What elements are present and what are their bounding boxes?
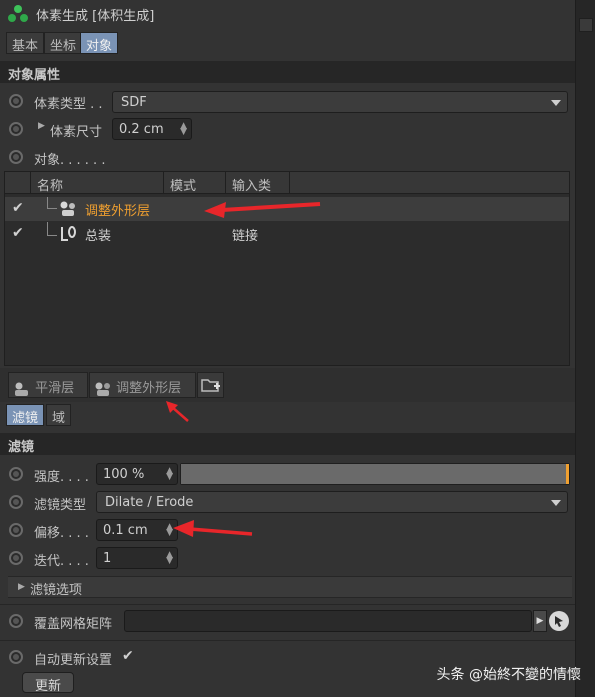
- overwrite-matrix-link-field[interactable]: [124, 610, 532, 632]
- voxel-size-keyframe-radio[interactable]: [9, 122, 23, 136]
- objects-keyframe-radio[interactable]: [9, 150, 23, 164]
- reshape-layer-icon: [95, 382, 110, 396]
- add-folder-button[interactable]: [197, 372, 224, 398]
- offset-value: 0.1 cm: [103, 523, 148, 538]
- column-header-mode[interactable]: 模式: [164, 172, 226, 194]
- annotation-arrow-icon: [204, 202, 321, 218]
- strength-slider-handle[interactable]: [566, 464, 569, 484]
- add-folder-icon: [201, 379, 220, 392]
- filter-type-value: Dilate / Erode: [105, 495, 194, 510]
- divider: [0, 604, 575, 605]
- watermark-text: 头条 @始終不變的情懷: [436, 667, 581, 683]
- auto-update-checkbox[interactable]: ✔: [122, 648, 134, 664]
- volume-builder-icon: [8, 5, 28, 22]
- spinner-arrows-icon[interactable]: ▲ ▼: [166, 551, 173, 566]
- iterations-keyframe-radio[interactable]: [9, 551, 23, 565]
- row-name: 总装: [85, 229, 112, 244]
- row-input-type: 链接: [232, 229, 259, 244]
- voxel-type-keyframe-radio[interactable]: [9, 94, 23, 108]
- voxel-type-value: SDF: [121, 95, 147, 110]
- voxel-size-field[interactable]: 0.2 cm ▲ ▼: [112, 118, 192, 140]
- tab-basic[interactable]: 基本: [6, 32, 45, 54]
- column-header-check: [5, 172, 31, 194]
- tab-coordinates[interactable]: 坐标: [44, 32, 83, 54]
- tab-filter[interactable]: 滤镜: [6, 404, 45, 426]
- tree-connector: [47, 197, 57, 209]
- auto-update-keyframe-radio[interactable]: [9, 650, 23, 664]
- voxel-type-dropdown[interactable]: SDF: [112, 91, 568, 113]
- filter-options-label: 滤镜选项: [30, 583, 83, 598]
- section-filter: 滤镜: [0, 433, 575, 455]
- iterations-value: 1: [103, 551, 112, 566]
- divider: [0, 640, 575, 641]
- strength-value: 100 %: [103, 467, 145, 482]
- voxel-type-label: 体素类型 . .: [34, 97, 103, 112]
- tab-field[interactable]: 域: [46, 404, 72, 426]
- strength-field[interactable]: 100 % ▲ ▼: [96, 463, 178, 485]
- strength-label: 强度. . . .: [34, 470, 89, 485]
- tab-reshape-layer[interactable]: 调整外形层: [89, 372, 196, 398]
- spinner-arrows-icon[interactable]: ▲ ▼: [166, 467, 173, 482]
- attribute-manager-panel: 体素生成 [体积生成] 基本 坐标 对象 对象属性 体素类型 . . SDF ▶…: [0, 0, 575, 697]
- strength-keyframe-radio[interactable]: [9, 467, 23, 481]
- column-header-empty: [290, 172, 569, 194]
- link-menu-button[interactable]: ▶: [533, 610, 547, 632]
- reshape-layer-icon: [60, 201, 75, 216]
- offset-keyframe-radio[interactable]: [9, 523, 23, 537]
- table-row[interactable]: ✔ 总装 链接: [5, 222, 569, 246]
- strength-slider-fill: [181, 464, 569, 484]
- chevron-down-icon: [551, 100, 561, 106]
- row-enabled-checkbox[interactable]: ✔: [12, 200, 24, 216]
- overwrite-matrix-keyframe-radio[interactable]: [9, 614, 23, 628]
- iterations-field[interactable]: 1 ▲ ▼: [96, 547, 178, 569]
- window-title: 体素生成 [体积生成]: [36, 9, 155, 24]
- iterations-label: 迭代. . . .: [34, 554, 89, 569]
- update-button[interactable]: 更新: [22, 672, 74, 694]
- tree-connector: [47, 222, 57, 236]
- tab-object[interactable]: 对象: [80, 32, 119, 54]
- filter-type-dropdown[interactable]: Dilate / Erode: [96, 491, 568, 513]
- pick-object-icon[interactable]: [548, 610, 570, 632]
- panel-grip-handle[interactable]: [579, 18, 593, 32]
- reshape-layer-label: 调整外形层: [116, 381, 182, 396]
- offset-field[interactable]: 0.1 cm ▲ ▼: [96, 519, 178, 541]
- column-header-name[interactable]: 名称: [31, 172, 164, 194]
- smoothing-layer-label: 平滑层: [35, 381, 75, 396]
- column-header-input-type[interactable]: 输入类型: [226, 172, 290, 213]
- strength-slider[interactable]: [180, 463, 570, 485]
- overwrite-matrix-label: 覆盖网格矩阵: [34, 617, 113, 632]
- filter-type-keyframe-radio[interactable]: [9, 495, 23, 509]
- section-object-properties: 对象属性: [0, 61, 575, 83]
- chevron-down-icon: [551, 500, 561, 506]
- voxel-size-value: 0.2 cm: [119, 122, 164, 137]
- expand-triangle-icon[interactable]: ▶: [18, 582, 25, 592]
- annotation-arrow-icon: [173, 520, 253, 537]
- tab-smoothing-layer[interactable]: 平滑层: [8, 372, 88, 398]
- offset-label: 偏移. . . .: [34, 526, 89, 541]
- expand-triangle-icon[interactable]: ▶: [38, 121, 45, 131]
- annotation-arrow-icon: [166, 401, 189, 422]
- title-bar: 体素生成 [体积生成]: [0, 0, 575, 28]
- spinner-arrows-icon[interactable]: ▲ ▼: [180, 122, 187, 137]
- objects-label: 对象. . . . . .: [34, 153, 106, 168]
- voxel-size-label: 体素尺寸: [50, 125, 103, 140]
- auto-update-label: 自动更新设置: [34, 653, 113, 668]
- null-object-icon: [61, 226, 76, 241]
- row-enabled-checkbox[interactable]: ✔: [12, 225, 24, 241]
- row-name: 调整外形层: [85, 204, 151, 219]
- smoothing-layer-icon: [15, 382, 28, 396]
- right-side-strip: [575, 0, 595, 697]
- filter-type-label: 滤镜类型: [34, 498, 87, 513]
- filter-options-group[interactable]: ▶ 滤镜选项: [8, 576, 572, 598]
